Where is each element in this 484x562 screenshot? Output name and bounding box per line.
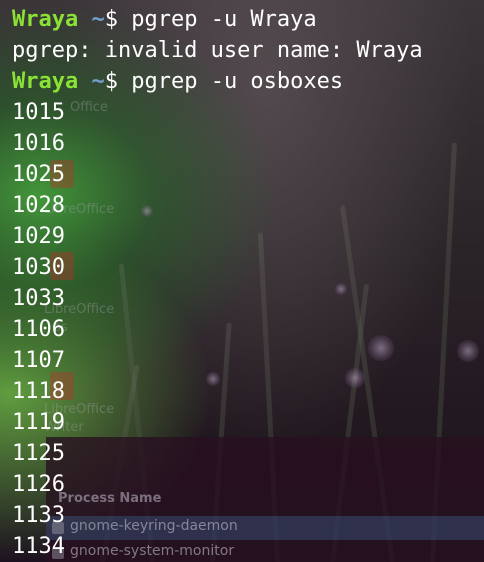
terminal-output[interactable]: Wraya ~$ pgrep -u Wraya pgrep: invalid us… xyxy=(12,4,484,562)
terminal-output-line: 1033 xyxy=(12,286,65,311)
terminal-output-line: 1125 xyxy=(12,441,65,466)
terminal-command: pgrep -u osboxes xyxy=(117,69,344,94)
terminal-output-line: 1016 xyxy=(12,131,65,156)
terminal-prompt-line: Wraya ~$ pgrep -u osboxes xyxy=(12,66,484,97)
prompt-username: Wraya xyxy=(12,69,79,94)
prompt-symbol: $ xyxy=(104,69,118,94)
terminal-output-line: 1118 xyxy=(12,379,65,404)
terminal-output-line: 1030 xyxy=(12,255,65,280)
terminal-output-line: 1134 xyxy=(12,534,65,559)
terminal-output-line: pgrep: invalid user name: Wraya xyxy=(12,38,423,63)
prompt-path: ~ xyxy=(91,69,105,94)
terminal-output-line: 1025 xyxy=(12,162,65,187)
terminal-prompt-line: Wraya ~$ pgrep -u Wraya xyxy=(12,4,484,35)
prompt-path: ~ xyxy=(91,7,105,32)
terminal-output-line: 1029 xyxy=(12,224,65,249)
terminal-output-line: 1119 xyxy=(12,410,65,435)
terminal-command: pgrep -u Wraya xyxy=(117,7,317,32)
prompt-username: Wraya xyxy=(12,7,79,32)
terminal-output-line: 1126 xyxy=(12,472,65,497)
terminal-output-line: 1015 xyxy=(12,100,65,125)
terminal-output-line: 1133 xyxy=(12,503,65,528)
desktop-screen: Office LibreOffice LibreOffice ss LibreO… xyxy=(0,0,484,562)
terminal-output-line: 1028 xyxy=(12,193,65,218)
terminal-output-line: 1107 xyxy=(12,348,65,373)
terminal-output-line: 1106 xyxy=(12,317,65,342)
prompt-symbol: $ xyxy=(104,7,118,32)
